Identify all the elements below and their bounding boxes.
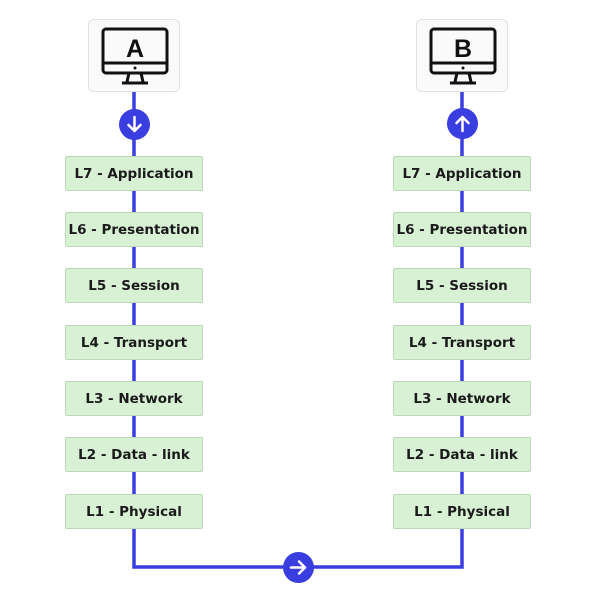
arrow-right-icon <box>283 552 314 583</box>
host-label: B <box>454 35 472 63</box>
monitor-icon: A <box>101 27 169 85</box>
right-layer-l4: L4 - Transport <box>393 325 531 360</box>
right-layer-l2: L2 - Data - link <box>393 437 531 472</box>
left-layer-l6: L6 - Presentation <box>65 212 203 247</box>
right-layer-l6: L6 - Presentation <box>393 212 531 247</box>
left-layer-l5: L5 - Session <box>65 268 203 303</box>
left-layer-l3: L3 - Network <box>65 381 203 416</box>
arrow-up-icon <box>447 108 478 139</box>
monitor-icon: B <box>429 27 497 85</box>
arrow-down-icon <box>119 109 150 140</box>
osi-diagram: A B L7 - Application L6 - Presentation L… <box>0 0 593 604</box>
left-layer-l2: L2 - Data - link <box>65 437 203 472</box>
right-layer-l7: L7 - Application <box>393 156 531 191</box>
right-layer-l3: L3 - Network <box>393 381 531 416</box>
left-layer-l4: L4 - Transport <box>65 325 203 360</box>
left-layer-l1: L1 - Physical <box>65 494 203 529</box>
left-layer-l7: L7 - Application <box>65 156 203 191</box>
right-layer-l1: L1 - Physical <box>393 494 531 529</box>
host-a: A <box>88 19 180 92</box>
host-label: A <box>126 35 144 63</box>
host-b: B <box>416 19 508 92</box>
right-layer-l5: L5 - Session <box>393 268 531 303</box>
